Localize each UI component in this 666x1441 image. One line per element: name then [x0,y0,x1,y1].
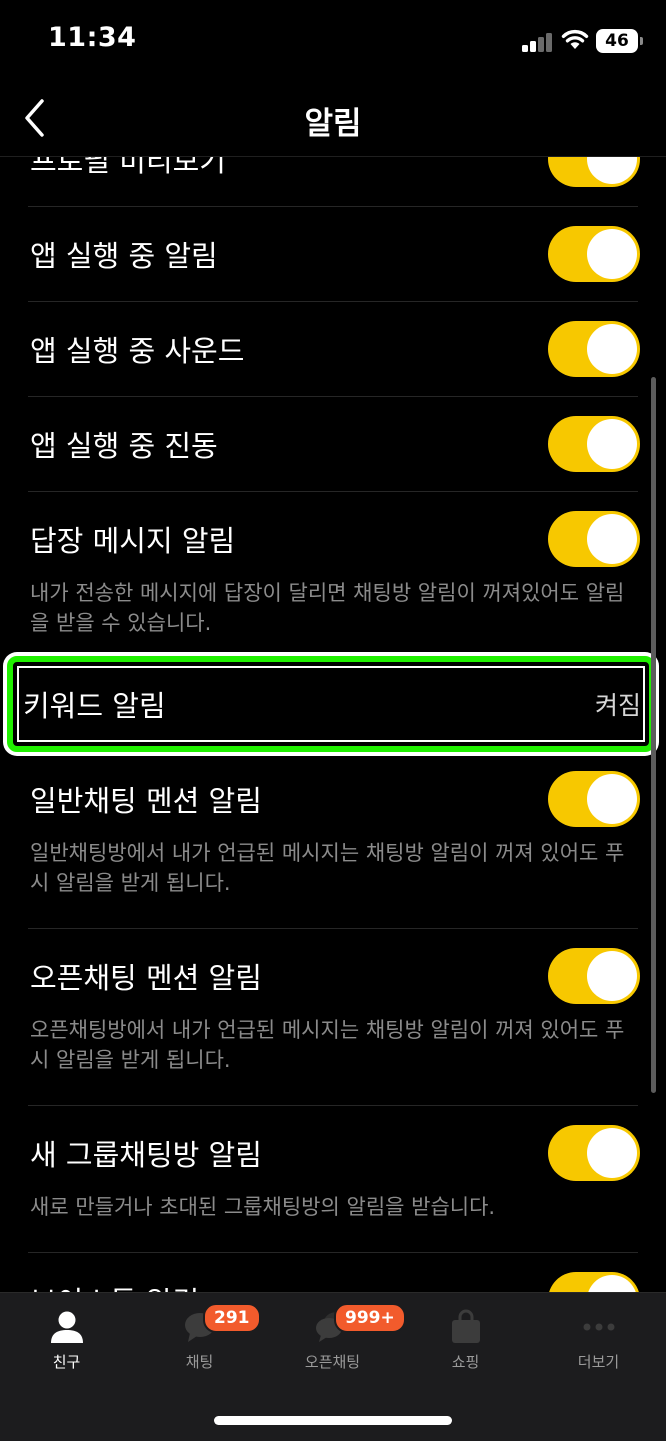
tab-label: 오픈채팅 [304,1353,361,1371]
setting-label: 키워드 알림 [23,689,166,723]
tab-label: 더보기 [577,1353,620,1371]
new-group-chat-toggle[interactable] [548,1125,640,1181]
battery-icon: 46 [596,29,643,53]
setting-reply-alert: 답장 메시지 알림 내가 전송한 메시지에 답장이 달리면 채팅방 알림이 꺼져… [28,492,640,656]
setting-label: 답장 메시지 알림 [30,524,236,558]
setting-label: 보이스톡 알림 [30,1279,199,1292]
tab-shopping[interactable]: 쇼핑 [399,1293,532,1393]
setting-description: 일반채팅방에서 내가 언급된 메시지는 채팅방 알림이 꺼져 있어도 푸시 알림… [30,841,625,895]
setting-label: 오픈채팅 멘션 알림 [30,961,262,995]
shopping-bag-icon [451,1309,480,1343]
in-app-sound-toggle[interactable] [548,321,640,377]
settings-list[interactable]: 프로필 미리보기 앱 실행 중 알림 앱 실행 중 사운드 앱 실행 중 진동 [0,157,666,1292]
setting-label: 앱 실행 중 알림 [30,239,218,273]
wifi-icon [561,29,589,49]
setting-description: 내가 전송한 메시지에 답장이 달리면 채팅방 알림이 꺼져있어도 알림을 받을… [30,581,625,635]
tab-chats[interactable]: 291 채팅 [133,1293,266,1393]
setting-in-app-vibration: 앱 실행 중 진동 [28,397,640,492]
friends-icon [50,1311,83,1343]
nav-bar: 알림 [0,80,666,157]
in-app-alert-toggle[interactable] [548,226,640,282]
open-chat-mention-toggle[interactable] [548,948,640,1004]
tab-friends[interactable]: 친구 [0,1293,133,1393]
setting-new-group-chat: 새 그룹채팅방 알림 새로 만들거나 초대된 그룹채팅방의 알림을 받습니다. [28,1106,640,1253]
general-mention-toggle[interactable] [548,771,640,827]
home-indicator [214,1416,452,1425]
tab-label: 채팅 [185,1353,214,1371]
more-icon [583,1323,614,1331]
signal-icon [522,32,554,52]
status-time: 11:34 [48,22,137,53]
setting-label: 앱 실행 중 진동 [30,429,218,463]
tab-open-chat[interactable]: 999+ 오픈채팅 [266,1293,406,1393]
setting-keyword-alert[interactable]: 키워드 알림 켜짐 [7,656,655,752]
setting-description: 오픈채팅방에서 내가 언급된 메시지는 채팅방 알림이 꺼져 있어도 푸시 알림… [30,1018,625,1072]
open-chat-badge: 999+ [334,1303,406,1333]
setting-label: 일반채팅 멘션 알림 [30,784,262,818]
tab-label: 친구 [52,1353,81,1371]
setting-in-app-sound: 앱 실행 중 사운드 [28,302,640,397]
voice-talk-toggle[interactable] [548,1272,640,1292]
setting-label: 프로필 미리보기 [30,157,226,178]
in-app-vibration-toggle[interactable] [548,416,640,472]
tab-more[interactable]: 더보기 [532,1293,665,1393]
status-bar: 11:34 46 [0,0,666,80]
tab-label: 쇼핑 [451,1353,480,1371]
reply-alert-toggle[interactable] [548,511,640,567]
setting-label: 새 그룹채팅방 알림 [30,1138,262,1172]
setting-in-app-alert: 앱 실행 중 알림 [28,207,640,302]
setting-description: 새로 만들거나 초대된 그룹채팅방의 알림을 받습니다. [30,1195,496,1219]
scrollbar[interactable] [651,377,656,1093]
setting-open-chat-mention: 오픈채팅 멘션 알림 오픈채팅방에서 내가 언급된 메시지는 채팅방 알림이 꺼… [28,929,640,1106]
setting-voice-talk: 보이스톡 알림 [28,1253,640,1292]
keyword-alert-status: 켜짐 [594,691,641,720]
chats-badge: 291 [203,1303,261,1333]
setting-label: 앱 실행 중 사운드 [30,334,245,368]
setting-general-mention: 일반채팅 멘션 알림 일반채팅방에서 내가 언급된 메시지는 채팅방 알림이 꺼… [28,752,640,929]
setting-profile-preview: 프로필 미리보기 [28,157,640,207]
profile-preview-toggle[interactable] [548,157,640,187]
page-title: 알림 [304,106,362,142]
